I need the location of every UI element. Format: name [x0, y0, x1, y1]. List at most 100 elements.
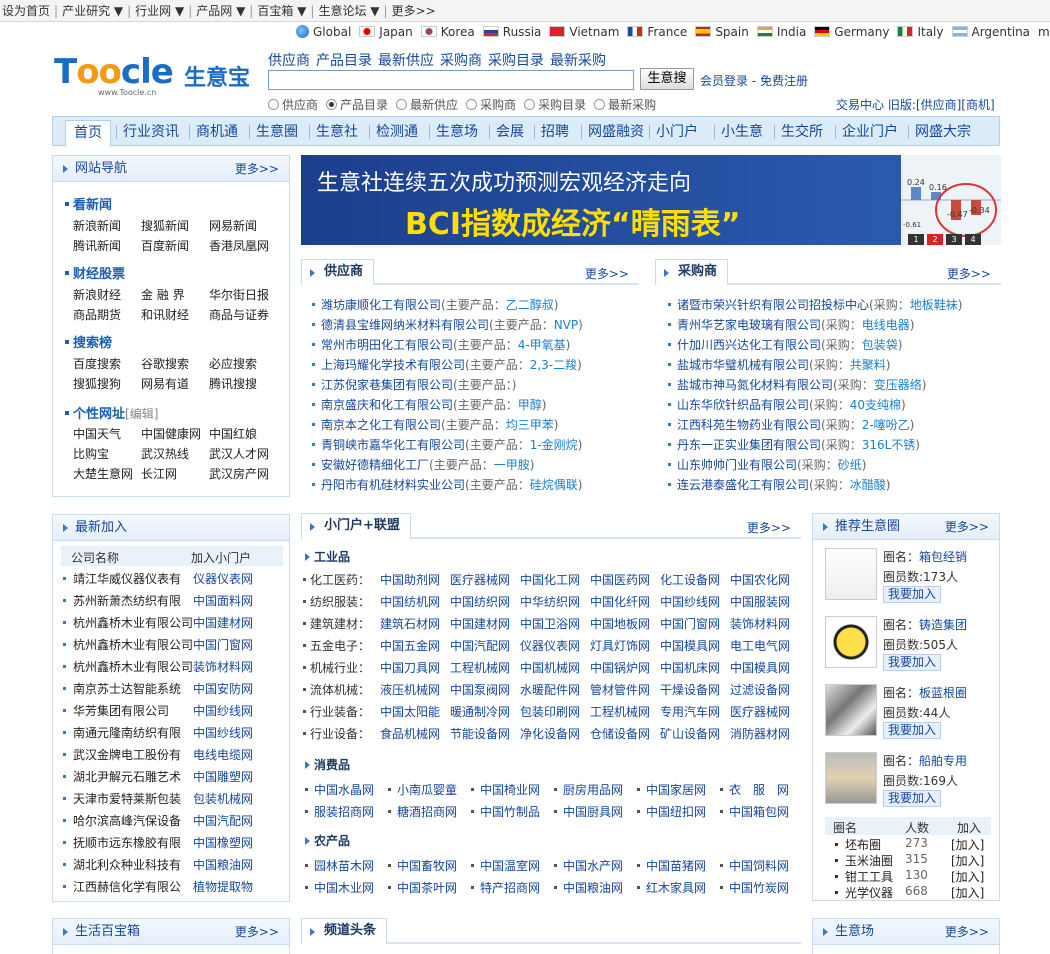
banner-page-4[interactable]: 4: [965, 234, 981, 245]
new-join-portal[interactable]: 植物提取物: [193, 878, 253, 895]
portal-link[interactable]: 中国竹制品: [480, 803, 540, 820]
portal-link[interactable]: 中国厨具网: [563, 803, 623, 820]
company-name[interactable]: 丹阳市有机硅材料实业公司: [321, 478, 465, 492]
nav-item-6[interactable]: 生意场: [436, 117, 478, 145]
portal-link[interactable]: 中国纱线网: [660, 593, 720, 610]
site-nav-link[interactable]: 武汉热线: [141, 445, 189, 462]
site-nav-link[interactable]: 搜狐搜狗: [73, 375, 121, 392]
portal-link[interactable]: 中国茶叶网: [397, 879, 457, 896]
portal-link[interactable]: 中国医药网: [590, 571, 650, 588]
circle-thumbnail[interactable]: [825, 616, 877, 668]
circle-row-join[interactable]: [加入]: [951, 884, 984, 901]
portal-link[interactable]: 中国纺织网: [450, 593, 510, 610]
new-join-portal[interactable]: 中国橡塑网: [193, 834, 253, 851]
site-nav-link[interactable]: 腾讯新闻: [73, 237, 121, 254]
portal-more[interactable]: 更多>>: [747, 519, 791, 536]
search-radio-3[interactable]: 采购商: [466, 98, 516, 112]
join-circle-button[interactable]: 我要加入: [883, 790, 942, 807]
site-nav-link[interactable]: 百度新闻: [141, 237, 189, 254]
portal-link[interactable]: 中国机械网: [520, 659, 580, 676]
company-name[interactable]: 山东帅帅门业有限公司: [677, 458, 797, 472]
topbar-link-6[interactable]: 更多>>: [392, 4, 436, 18]
old-supplier-link[interactable]: [供应商]: [916, 98, 961, 112]
company-name[interactable]: 诸暨市荣兴针织有限公司招投标中心: [677, 298, 869, 312]
portal-link[interactable]: 中国椅业网: [480, 781, 540, 798]
nav-item-4[interactable]: 生意社: [316, 117, 358, 145]
circle-row-join[interactable]: [加入]: [951, 852, 984, 869]
nav-item-9[interactable]: 网盛融资: [588, 117, 644, 145]
company-name[interactable]: 安徽好德精细化工厂: [321, 458, 429, 472]
portal-link[interactable]: 中国水晶网: [314, 781, 374, 798]
new-join-company[interactable]: 抚顺市远东橡胶有限: [73, 834, 181, 851]
portal-link[interactable]: 中华纺织网: [520, 593, 580, 610]
country-fr[interactable]: France: [627, 22, 687, 42]
portal-link[interactable]: 工程机械网: [450, 659, 510, 676]
nav-item-0[interactable]: 首页: [65, 120, 111, 146]
portal-link[interactable]: 园林苗木网: [314, 857, 374, 874]
company-name[interactable]: 江苏倪家巷集团有限公司: [321, 378, 453, 392]
join-circle-button[interactable]: 我要加入: [883, 654, 942, 671]
company-name[interactable]: 盐城市神马氮化材料有限公司: [677, 378, 833, 392]
site-nav-link[interactable]: 网易新闻: [209, 217, 257, 234]
buyers-more[interactable]: 更多>>: [947, 265, 991, 282]
new-join-company[interactable]: 湖北尹解元石雕艺术: [73, 768, 181, 785]
portal-link[interactable]: 中国纽扣网: [646, 803, 706, 820]
portal-link[interactable]: 中国模具网: [730, 659, 790, 676]
site-nav-link[interactable]: 中国红娘: [209, 425, 257, 442]
new-join-company[interactable]: 南通元隆南纺织有限: [73, 724, 181, 741]
portal-link[interactable]: 节能设备网: [450, 725, 510, 742]
search-radio-1[interactable]: 产品目录: [326, 98, 388, 112]
circle-name[interactable]: 铸造集团: [919, 618, 967, 632]
search-button[interactable]: 生意搜: [640, 68, 694, 90]
new-join-portal[interactable]: 装饰材料网: [193, 658, 253, 675]
nav-item-2[interactable]: 商机通: [196, 117, 238, 145]
portal-link[interactable]: 中国纺机网: [380, 593, 440, 610]
toocle-logo[interactable]: Toocle 生意宝 www.Toocle.cn: [54, 52, 264, 102]
topbar-link-1[interactable]: 产业研究 ▼: [62, 4, 123, 18]
circle-thumbnail[interactable]: [825, 752, 877, 804]
search-link-4[interactable]: 采购目录: [488, 53, 544, 69]
portal-link[interactable]: 中国太阳能: [380, 703, 440, 720]
portal-link[interactable]: 过滤设备网: [730, 681, 790, 698]
portal-link[interactable]: 食品机械网: [380, 725, 440, 742]
new-join-portal[interactable]: 包装机械网: [193, 790, 253, 807]
portal-link[interactable]: 中国五金网: [380, 637, 440, 654]
promo-banner[interactable]: 生意社连续五次成功预测宏观经济走向 BCI指数成经济“晴雨表” 0.24 0.1…: [301, 155, 1001, 245]
circle-row-join[interactable]: [加入]: [951, 836, 984, 853]
site-nav-link[interactable]: 搜狐新闻: [141, 217, 189, 234]
new-join-portal[interactable]: 中国安防网: [193, 680, 253, 697]
headline-tab[interactable]: 频道头条: [301, 918, 388, 944]
country-ar[interactable]: Argentina: [951, 22, 1030, 42]
portal-link[interactable]: 中国模具网: [660, 637, 720, 654]
portal-link[interactable]: 中国木业网: [314, 879, 374, 896]
radio-indicator[interactable]: [466, 99, 478, 110]
site-nav-link[interactable]: 金 融 界: [141, 286, 185, 303]
portal-link[interactable]: 糖酒招商网: [397, 803, 457, 820]
portal-link[interactable]: 灯具灯饰网: [590, 637, 650, 654]
portal-link[interactable]: 中国服装网: [730, 593, 790, 610]
topbar-link-3[interactable]: 产品网 ▼: [196, 4, 245, 18]
new-join-company[interactable]: 哈尔滨高峰汽保设备: [73, 812, 181, 829]
company-name[interactable]: 南京本之化工有限公司: [321, 418, 441, 432]
topbar-link-0[interactable]: 设为首页: [2, 4, 50, 18]
site-nav-link[interactable]: 中国天气: [73, 425, 121, 442]
company-name[interactable]: 常州市明田化工有限公司: [321, 338, 453, 352]
portal-link[interactable]: 暖通制冷网: [450, 703, 510, 720]
portal-link[interactable]: 中国苗猪网: [646, 857, 706, 874]
circle-row-name[interactable]: 光学仪器: [845, 884, 893, 901]
new-join-company[interactable]: 杭州鑫桥木业有限公司: [73, 658, 193, 675]
portal-link[interactable]: 中国建材网: [450, 615, 510, 632]
new-join-portal[interactable]: 中国汽配网: [193, 812, 253, 829]
new-join-company[interactable]: 靖江华威仪器仪表有: [73, 570, 181, 587]
search-radio-5[interactable]: 最新采购: [594, 98, 656, 112]
portal-link[interactable]: 中国温室网: [480, 857, 540, 874]
portal-link[interactable]: 中国助剂网: [380, 571, 440, 588]
banner-page-3[interactable]: 3: [946, 234, 962, 245]
portal-link[interactable]: 中国水产网: [563, 857, 623, 874]
new-join-company[interactable]: 湖北利众种业科技有: [73, 856, 181, 873]
portal-link[interactable]: 中国农化网: [730, 571, 790, 588]
edit-link[interactable]: [编辑]: [125, 407, 158, 421]
new-join-portal[interactable]: 仪器仪表网: [193, 570, 253, 587]
portal-link[interactable]: 中国竹炭网: [729, 879, 789, 896]
portal-link[interactable]: 中国卫浴网: [520, 615, 580, 632]
